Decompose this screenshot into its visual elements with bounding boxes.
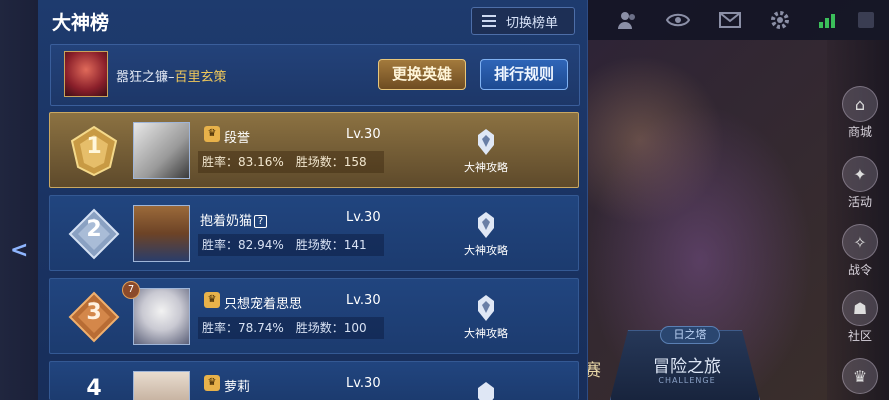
player-name-text: 抱着奶猫 (200, 214, 253, 229)
rank-row[interactable]: 3 7 ♛ 只想宠着思思 Lv.30 胜率：78.74% 胜场数：100 大神攻略 (49, 278, 579, 354)
strategy-icon (478, 382, 494, 400)
hero-name-label: 百里玄策 (174, 70, 227, 85)
rank-number: 3 (86, 300, 102, 325)
trophy-icon: ♛ (842, 358, 878, 394)
event-icon: ✦ (842, 156, 878, 192)
win-count: 胜场数：100 (295, 321, 367, 335)
rank-tier-icon: ♛ (204, 292, 220, 308)
strategy-label: 大神攻略 (464, 327, 508, 340)
hero-avatar (64, 51, 108, 97)
friends-icon[interactable] (616, 8, 640, 32)
win-count: 胜场数：158 (295, 155, 367, 169)
strategy-button[interactable] (456, 380, 516, 400)
ranking-rules-button[interactable]: 排行规则 (480, 59, 568, 90)
strategy-icon (478, 212, 494, 238)
strategy-button[interactable]: 大神攻略 (456, 127, 516, 175)
top-icon-bar (586, 0, 889, 40)
rank-number: 2 (86, 217, 102, 242)
mail-icon[interactable] (718, 8, 742, 32)
list-icon (482, 15, 496, 27)
rank-number: 1 (86, 134, 102, 159)
rank-tier-icon: ♛ (204, 375, 220, 391)
adventure-tag: 日之塔 (660, 326, 720, 344)
side-item-battle-pass[interactable]: ✧ 战令 (836, 224, 884, 278)
switch-list-label: 切换榜单 (506, 15, 559, 31)
left-edge (0, 0, 38, 400)
strategy-icon (478, 295, 494, 321)
strategy-button[interactable]: 大神攻略 (456, 293, 516, 341)
rank-row[interactable]: 1 ♛ 段誉 Lv.30 胜率：83.16% 胜场数：158 大神攻略 (49, 112, 579, 188)
switch-list-button[interactable]: 切换榜单 (471, 7, 575, 35)
adventure-subtitle: CHALLENGE (658, 376, 716, 385)
strategy-icon (478, 129, 494, 155)
win-rate: 胜率：78.74% (202, 321, 284, 335)
wifi-icon (854, 8, 878, 32)
community-icon: ☗ (842, 290, 878, 326)
help-icon: ? (254, 215, 268, 228)
battle-pass-icon: ✧ (842, 224, 878, 260)
signal-icon (816, 8, 840, 32)
adventure-title[interactable]: 冒险之旅 (632, 352, 742, 377)
player-name: 抱着奶猫? (200, 210, 268, 229)
player-avatar[interactable] (133, 288, 190, 345)
player-level: Lv.30 (346, 376, 381, 391)
hero-skin-name: 嚣狂之镰– (116, 70, 175, 85)
win-rate: 胜率：82.94% (202, 238, 284, 252)
win-count: 胜场数：141 (295, 238, 367, 252)
player-level: Lv.30 (346, 210, 381, 225)
player-name: 段誉 (224, 131, 251, 146)
side-item-label: 活动 (847, 195, 872, 209)
side-item-label: 商城 (847, 125, 872, 139)
side-item-event[interactable]: ✦ 活动 (836, 156, 884, 210)
rank-number: 4 (86, 376, 102, 400)
spectate-eye-icon[interactable] (665, 8, 691, 32)
player-name: 只想宠着思思 (224, 297, 303, 312)
side-item-label: 战令 (847, 263, 872, 277)
side-item-community[interactable]: ☗ 社区 (836, 290, 884, 344)
player-stats: 胜率：83.16% 胜场数：158 (198, 151, 384, 173)
player-name: 萝莉 (224, 380, 251, 395)
settings-gear-icon[interactable] (768, 8, 792, 32)
player-stats: 胜率：82.94% 胜场数：141 (198, 234, 384, 256)
level-badge: 7 (122, 281, 140, 299)
rank-tier-icon: ♛ (204, 126, 220, 142)
rank-row[interactable]: 2 抱着奶猫? Lv.30 胜率：82.94% 胜场数：141 大神攻略 (49, 195, 579, 271)
player-stats: 胜率：78.74% 胜场数：100 (198, 317, 384, 339)
page-title: 大神榜 (52, 12, 110, 34)
win-rate: 胜率：83.16% (202, 155, 284, 169)
hero-name: 嚣狂之镰–百里玄策 (116, 66, 227, 85)
back-arrow-icon[interactable]: < (10, 238, 30, 264)
player-level: Lv.30 (346, 293, 381, 308)
strategy-label: 大神攻略 (464, 161, 508, 174)
side-item-shop[interactable]: ⌂ 商城 (836, 86, 884, 140)
shop-icon: ⌂ (842, 86, 878, 122)
strategy-button[interactable]: 大神攻略 (456, 210, 516, 258)
rank-row[interactable]: 4 ♛ 萝莉 Lv.30 (49, 361, 579, 400)
player-level: Lv.30 (346, 127, 381, 142)
side-item-label: 社区 (847, 329, 872, 343)
player-avatar[interactable] (133, 205, 190, 262)
player-avatar[interactable] (133, 371, 190, 400)
side-item-more[interactable]: ♛ (836, 358, 884, 394)
player-avatar[interactable] (133, 122, 190, 179)
change-hero-button[interactable]: 更换英雄 (378, 59, 466, 90)
strategy-label: 大神攻略 (464, 244, 508, 257)
